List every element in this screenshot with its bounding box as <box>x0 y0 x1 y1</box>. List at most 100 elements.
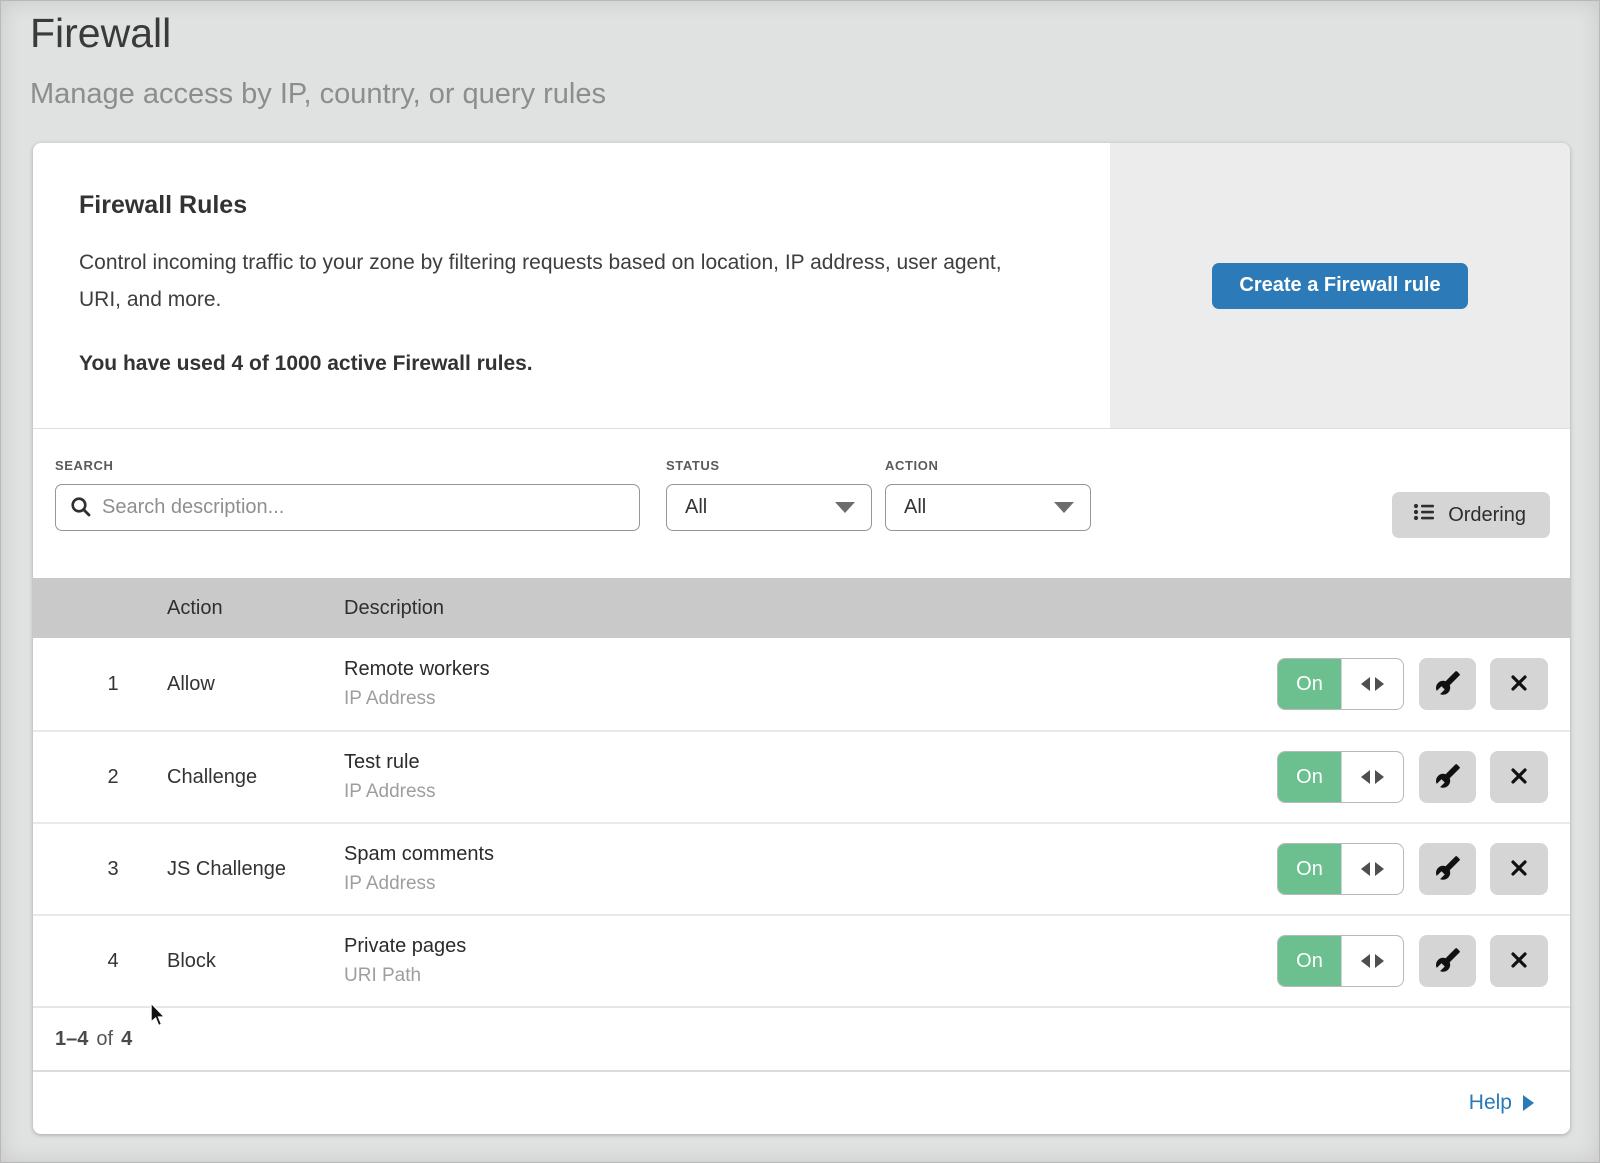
rule-description-cell: Test rule IP Address <box>344 751 1277 803</box>
column-header-action: Action <box>167 597 344 620</box>
arrow-right-icon <box>1375 954 1384 968</box>
page-subtitle: Manage access by IP, country, or query r… <box>30 78 1600 111</box>
rule-description: Spam comments <box>344 843 1277 866</box>
table-row: 2 Challenge Test rule IP Address On <box>33 730 1570 822</box>
search-filter: SEARCH <box>55 458 640 531</box>
chevron-down-icon <box>835 502 855 513</box>
toggle-handle[interactable] <box>1341 936 1403 986</box>
toggle-on-label: On <box>1278 936 1341 986</box>
pagination-total: 4 <box>121 1028 132 1051</box>
delete-rule-button[interactable] <box>1490 843 1548 895</box>
rule-type: IP Address <box>344 873 1277 895</box>
help-link[interactable]: Help <box>1469 1091 1534 1115</box>
wrench-icon <box>1435 670 1461 699</box>
rules-list: 1 Allow Remote workers IP Address On <box>33 638 1570 1008</box>
rule-toggle[interactable]: On <box>1277 843 1404 895</box>
page-title: Firewall <box>30 10 1600 57</box>
rule-priority: 2 <box>33 766 167 789</box>
arrow-left-icon <box>1361 954 1370 968</box>
wrench-icon <box>1435 763 1461 792</box>
rule-type: URI Path <box>344 965 1277 987</box>
rule-priority: 3 <box>33 858 167 881</box>
delete-rule-button[interactable] <box>1490 658 1548 710</box>
edit-rule-button[interactable] <box>1419 935 1477 987</box>
rule-toggle[interactable]: On <box>1277 935 1404 987</box>
arrow-left-icon <box>1361 677 1370 691</box>
arrow-left-icon <box>1361 770 1370 784</box>
arrow-right-icon <box>1375 770 1384 784</box>
table-row: 4 Block Private pages URI Path On <box>33 914 1570 1006</box>
table-row: 1 Allow Remote workers IP Address On <box>33 638 1570 730</box>
delete-rule-button[interactable] <box>1490 751 1548 803</box>
create-firewall-rule-button[interactable]: Create a Firewall rule <box>1212 263 1467 309</box>
toggle-handle[interactable] <box>1341 659 1403 709</box>
status-label: STATUS <box>666 458 872 473</box>
status-filter: STATUS All <box>666 458 872 531</box>
search-label: SEARCH <box>55 458 640 473</box>
page-header: Firewall Manage access by IP, country, o… <box>0 0 1600 111</box>
rule-priority: 1 <box>33 673 167 696</box>
x-icon <box>1506 763 1532 792</box>
action-label: ACTION <box>885 458 1091 473</box>
rule-toggle[interactable]: On <box>1277 658 1404 710</box>
rule-type: IP Address <box>344 688 1277 710</box>
toggle-on-label: On <box>1278 752 1341 802</box>
x-icon <box>1506 947 1532 976</box>
chevron-down-icon <box>1054 502 1074 513</box>
rule-description-cell: Spam comments IP Address <box>344 843 1277 895</box>
help-link-label: Help <box>1469 1091 1512 1115</box>
status-select[interactable]: All <box>666 484 872 531</box>
edit-rule-button[interactable] <box>1419 843 1477 895</box>
x-icon <box>1506 670 1532 699</box>
rule-priority: 4 <box>33 950 167 973</box>
action-select-value: All <box>904 496 926 519</box>
search-icon <box>69 495 93 524</box>
overview-section: Firewall Rules Control incoming traffic … <box>33 143 1570 429</box>
overview-title: Firewall Rules <box>79 191 1070 220</box>
firewall-rules-card: Firewall Rules Control incoming traffic … <box>33 143 1570 1134</box>
edit-rule-button[interactable] <box>1419 658 1477 710</box>
ordering-button-label: Ordering <box>1448 504 1526 527</box>
action-filter: ACTION All <box>885 458 1091 531</box>
rule-action: Challenge <box>167 766 344 789</box>
overview-description: Control incoming traffic to your zone by… <box>79 244 1029 318</box>
rule-toggle[interactable]: On <box>1277 751 1404 803</box>
toggle-on-label: On <box>1278 659 1341 709</box>
help-bar: Help <box>33 1070 1570 1134</box>
rule-action: JS Challenge <box>167 858 344 881</box>
search-input[interactable] <box>55 484 640 531</box>
arrow-right-icon <box>1375 677 1384 691</box>
filters-bar: SEARCH STATUS All ACTION All <box>33 429 1570 578</box>
rule-description-cell: Remote workers IP Address <box>344 658 1277 710</box>
arrow-left-icon <box>1361 862 1370 876</box>
column-header-description: Description <box>344 597 1570 620</box>
toggle-handle[interactable] <box>1341 752 1403 802</box>
rule-type: IP Address <box>344 781 1277 803</box>
rule-action: Block <box>167 950 344 973</box>
wrench-icon <box>1435 947 1461 976</box>
rule-description: Private pages <box>344 935 1277 958</box>
rule-description-cell: Private pages URI Path <box>344 935 1277 987</box>
x-icon <box>1506 855 1532 884</box>
ordering-button[interactable]: Ordering <box>1392 492 1550 538</box>
edit-rule-button[interactable] <box>1419 751 1477 803</box>
overview-usage: You have used 4 of 1000 active Firewall … <box>79 352 1070 376</box>
rule-description: Remote workers <box>344 658 1277 681</box>
toggle-on-label: On <box>1278 844 1341 894</box>
rule-action: Allow <box>167 673 344 696</box>
wrench-icon <box>1435 855 1461 884</box>
action-select[interactable]: All <box>885 484 1091 531</box>
ordered-list-icon <box>1412 500 1436 530</box>
delete-rule-button[interactable] <box>1490 935 1548 987</box>
pagination-range: 1–4 <box>55 1028 88 1051</box>
toggle-handle[interactable] <box>1341 844 1403 894</box>
overview-text: Firewall Rules Control incoming traffic … <box>33 143 1110 428</box>
table-row: 3 JS Challenge Spam comments IP Address … <box>33 822 1570 914</box>
overview-action-panel: Create a Firewall rule <box>1110 143 1570 428</box>
pagination-of: of <box>96 1028 113 1051</box>
chevron-right-icon <box>1523 1095 1534 1111</box>
table-header: Action Description <box>33 578 1570 638</box>
pagination: 1–4 of 4 <box>33 1008 1570 1070</box>
status-select-value: All <box>685 496 707 519</box>
rule-description: Test rule <box>344 751 1277 774</box>
